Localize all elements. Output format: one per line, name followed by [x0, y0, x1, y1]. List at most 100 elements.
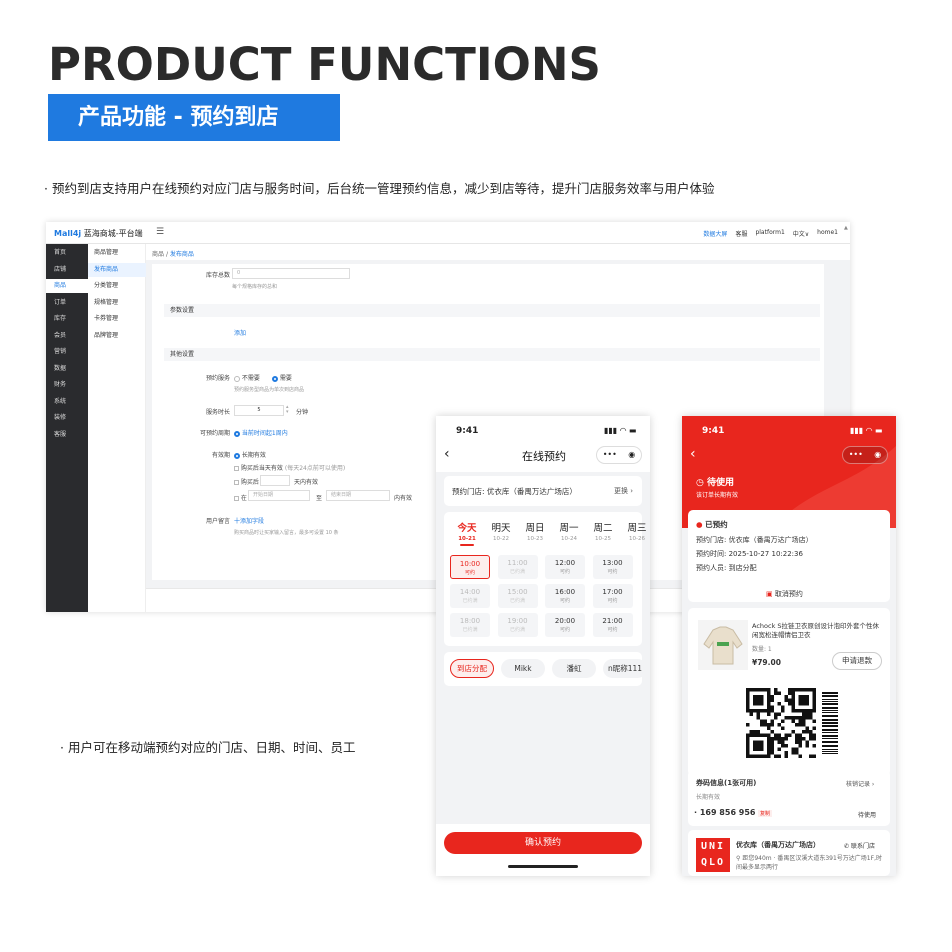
platform-switch[interactable]: platform1 [755, 229, 784, 238]
validity-days-input[interactable] [260, 475, 290, 486]
user-menu[interactable]: home1 [817, 229, 838, 238]
scrollbar-up-icon[interactable]: ▲ [844, 225, 848, 231]
validity-long-option[interactable]: 长期有效 [234, 450, 266, 459]
sub-nav-item[interactable]: 发布商品 [88, 262, 146, 277]
back-icon[interactable]: ‹ [444, 446, 450, 462]
day-tab[interactable]: 今天 10-21 [452, 520, 482, 546]
sub-nav-item[interactable]: 品牌管理 [88, 329, 146, 343]
day-name: 周三 [627, 523, 647, 534]
booking-yes-option[interactable]: 需要 [272, 373, 292, 382]
main-nav-item[interactable]: 营销 [46, 345, 88, 359]
page-title: 在线预约 [522, 450, 566, 463]
cancel-booking-button[interactable]: ▣ 取消预约 [766, 589, 803, 599]
breadcrumb-separator: / [165, 251, 168, 258]
main-nav-item[interactable]: 装修 [46, 411, 88, 425]
verify-record-link[interactable]: 核销记录 › [846, 779, 874, 788]
stock-input[interactable]: 0 [232, 268, 350, 279]
coupon-title: 券码信息(1张可用) [696, 779, 757, 787]
staff-option[interactable]: 到店分配 [450, 659, 494, 678]
checkbox-icon [234, 496, 239, 501]
time-slot-grid: 10:00 可约 11:00 已约满 12:00 可约 13:00 可约 14:00 已约满 15:… [450, 555, 640, 645]
end-date-input[interactable]: 结束日期 [326, 490, 390, 501]
time-slot[interactable]: 20:00 可约 [545, 613, 585, 637]
day-underline [460, 544, 474, 546]
contact-store-link[interactable]: ✆ 联系门店 [844, 841, 875, 850]
breadcrumb-root[interactable]: 商品 [152, 251, 164, 258]
confirm-booking-button[interactable]: 确认预约 [444, 832, 642, 854]
sub-nav-item[interactable]: 卡券管理 [88, 312, 146, 326]
menu-toggle-icon[interactable]: ☰ [156, 227, 164, 237]
validity-sameday-option[interactable]: 购买后当天有效 (每天24点前可以使用) [234, 463, 345, 472]
store-label: 预约门店: 优衣库（番禺万达广场店） [452, 487, 577, 496]
day-date: 10-23 [527, 536, 543, 542]
day-tab[interactable]: 周三 10-26 [622, 520, 650, 542]
barcode-icon [822, 692, 838, 755]
staff-option[interactable]: Mikk [501, 659, 545, 678]
duration-input[interactable]: 5 [234, 405, 284, 416]
day-tab[interactable]: 周二 10-25 [588, 520, 618, 542]
sub-nav-item[interactable]: 分类管理 [88, 279, 146, 293]
breadcrumb: 商品 / 发布商品 [152, 249, 194, 258]
time-slot[interactable]: 13:00 可约 [592, 555, 633, 579]
time-slot[interactable]: 12:00 可约 [545, 555, 585, 579]
time-slot[interactable]: 16:00 可约 [545, 584, 585, 608]
main-nav-item[interactable]: 会员 [46, 329, 88, 343]
stock-hint: 每个规格库存的总和 [232, 284, 278, 290]
data-screen-link[interactable]: 数据大屏 [703, 229, 727, 238]
more-icon[interactable]: ••• [849, 447, 863, 463]
sub-nav-item[interactable]: 商品管理 [88, 246, 146, 260]
main-nav-item[interactable]: 商品 [46, 279, 88, 293]
copy-button[interactable]: 复制 [758, 810, 773, 817]
validity-days-option[interactable]: 购买后 [234, 477, 259, 486]
validity-range-option[interactable]: 在 [234, 493, 247, 502]
close-target-icon[interactable]: ◉ [874, 447, 881, 463]
hero-subtitle: 产品功能 - 预约到店 [48, 94, 340, 141]
slot-time: 19:00 [507, 617, 528, 625]
main-nav-item[interactable]: 店铺 [46, 263, 88, 277]
slot-time: 16:00 [554, 588, 576, 596]
product-price: ¥79.00 [752, 658, 781, 667]
staff-option[interactable]: 潘虹 [552, 659, 596, 678]
day-name: 周一 [559, 523, 579, 534]
add-field-link[interactable]: 十添加字段 [234, 516, 264, 525]
main-sidebar: 首页店铺商品订单库存会员营销数据财务系统装修客服 [46, 244, 88, 612]
main-nav-item[interactable]: 数据 [46, 362, 88, 376]
slot-status: 已约满 [462, 598, 478, 604]
day-name: 今天 [457, 523, 477, 534]
change-store-link[interactable]: 更换 › [614, 486, 633, 496]
mini-program-capsule[interactable]: ••• ◉ [596, 446, 642, 464]
time-slot[interactable]: 21:00 可约 [592, 613, 633, 637]
radio-checked-icon [272, 375, 278, 382]
main-nav-item[interactable]: 客服 [46, 428, 88, 442]
main-nav-item[interactable]: 订单 [46, 296, 88, 310]
close-target-icon[interactable]: ◉ [628, 447, 635, 463]
time-slot[interactable]: 10:00 可约 [450, 555, 490, 579]
main-nav-item[interactable]: 财务 [46, 378, 88, 392]
more-icon[interactable]: ••• [603, 447, 617, 463]
language-select[interactable]: 中文∨ [793, 229, 809, 238]
staff-option[interactable]: n昵称111 [603, 659, 647, 678]
barcode [822, 692, 838, 755]
mini-program-capsule[interactable]: ••• ◉ [842, 446, 888, 464]
customer-service-link[interactable]: 客服 [735, 229, 747, 238]
back-icon[interactable]: ‹ [690, 446, 696, 462]
day-tab[interactable]: 周日 10-23 [520, 520, 550, 542]
product-qty: 数量: 1 [752, 646, 772, 653]
hero-title: PRODUCT FUNCTIONS [48, 38, 601, 91]
sub-nav-item[interactable]: 规格管理 [88, 296, 146, 310]
main-nav-item[interactable]: 库存 [46, 312, 88, 326]
day-tab[interactable]: 周一 10-24 [554, 520, 584, 542]
duration-stepper[interactable]: ▴ ▾ [286, 405, 289, 415]
add-param-link[interactable]: 添加 [234, 328, 246, 337]
day-tab[interactable]: 明天 10-22 [486, 520, 516, 542]
main-nav-item[interactable]: 首页 [46, 246, 88, 260]
main-nav-item[interactable]: 系统 [46, 395, 88, 409]
refund-button[interactable]: 申请退款 [832, 652, 882, 670]
start-date-input[interactable]: 开始日期 [248, 490, 310, 501]
admin-top-actions: 数据大屏 客服 platform1 中文∨ home1 [703, 229, 838, 238]
time-slot[interactable]: 17:00 可约 [592, 584, 633, 608]
store-address: ⚲ 距您940m · 番禺区汉溪大道东391号万达广场1F,时间最多显示两行 [736, 855, 882, 871]
product-image[interactable] [698, 620, 748, 670]
booking-no-option[interactable]: 不需要 [234, 373, 260, 382]
period-option[interactable]: 当前时间起1周内 [234, 428, 288, 437]
